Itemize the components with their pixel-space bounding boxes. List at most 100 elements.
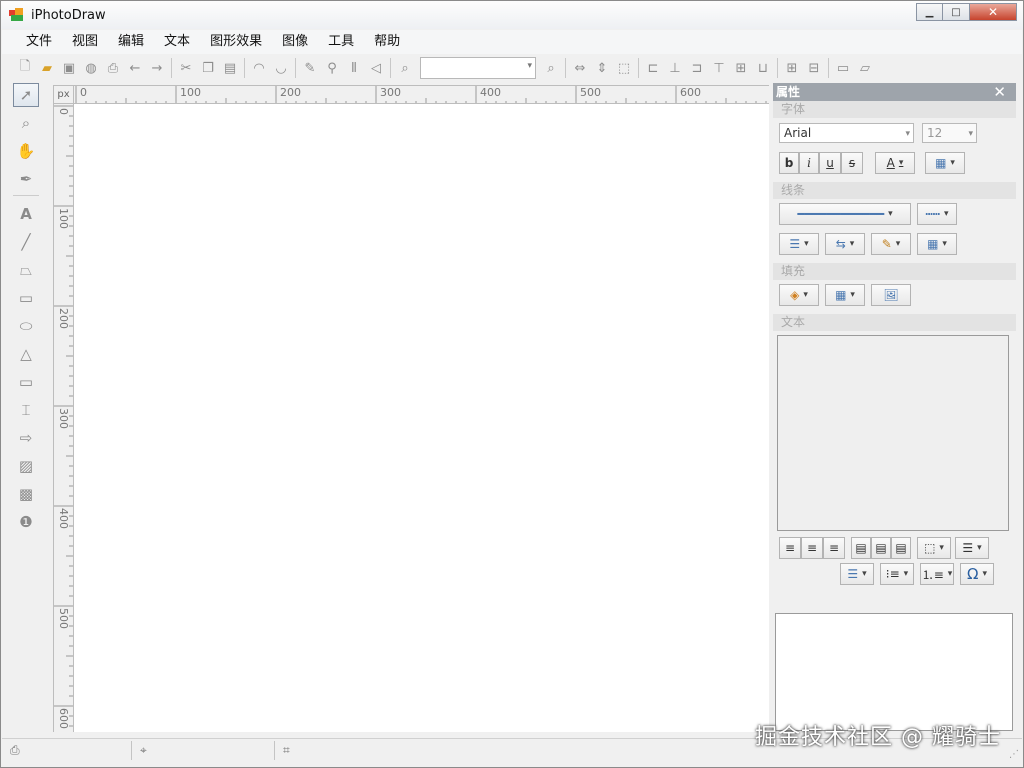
pen-tool-icon[interactable]: ✒ <box>13 167 39 191</box>
valign-bottom-button[interactable]: ▤ <box>891 537 911 559</box>
bring-front-icon[interactable]: ▭ <box>832 57 854 79</box>
text-content-area[interactable] <box>777 335 1009 531</box>
brush-icon[interactable]: ⚲ <box>321 57 343 79</box>
new-file-icon[interactable]: 🗋 <box>14 57 36 79</box>
menu-edit[interactable]: 编辑 <box>108 31 154 53</box>
font-size-select[interactable]: 12 <box>922 123 977 143</box>
send-back-icon[interactable]: ▱ <box>854 57 876 79</box>
zoom-in-icon[interactable]: ⌕ <box>540 57 562 79</box>
properties-header: 属性 ✕ <box>773 83 1016 101</box>
flip-icon[interactable]: ⫴ <box>343 57 365 79</box>
indent-button[interactable]: ☰ <box>840 563 874 585</box>
strikethrough-button[interactable]: s <box>841 152 863 174</box>
fit-width-icon[interactable]: ⇔ <box>569 57 591 79</box>
select-tool-icon[interactable]: ➚ <box>13 83 39 107</box>
drawing-canvas[interactable] <box>74 104 769 732</box>
underline-button[interactable]: u <box>819 152 841 174</box>
notes-area[interactable] <box>775 613 1013 731</box>
menu-effects[interactable]: 图形效果 <box>200 31 272 53</box>
redo-icon[interactable]: → <box>146 57 168 79</box>
line-tool-icon[interactable]: ╱ <box>13 230 39 254</box>
menu-text[interactable]: 文本 <box>154 31 200 53</box>
ruler-y-label: 200 <box>57 308 70 329</box>
align-left-icon[interactable]: ⊏ <box>642 57 664 79</box>
rectangle-tool-icon[interactable]: ▭ <box>13 286 39 310</box>
group-icon[interactable]: ◠ <box>248 57 270 79</box>
line-color-button[interactable]: ✎ <box>871 233 911 255</box>
line-width-button[interactable]: ☰ <box>779 233 819 255</box>
ungroup-icon[interactable]: ◡ <box>270 57 292 79</box>
menu-tools[interactable]: 工具 <box>318 31 364 53</box>
close-panel-icon[interactable]: ✕ <box>993 83 1006 101</box>
copy-icon[interactable]: ❐ <box>197 57 219 79</box>
print-preview-icon[interactable]: ⎙ <box>102 57 124 79</box>
menu-view[interactable]: 视图 <box>62 31 108 53</box>
horizontal-ruler-ticks <box>75 86 767 103</box>
symbol-button[interactable]: Ω <box>960 563 994 585</box>
crop-tool-icon[interactable]: ▩ <box>13 482 39 506</box>
line-pattern-button[interactable]: ▦ <box>917 233 957 255</box>
edit-icon[interactable]: ✎ <box>299 57 321 79</box>
menu-image[interactable]: 图像 <box>272 31 318 53</box>
ruler-y-label: 600 <box>57 708 70 729</box>
close-button[interactable]: ✕ <box>970 3 1017 21</box>
pan-tool-icon[interactable]: ✋ <box>13 139 39 163</box>
size-height-icon[interactable]: ⊟ <box>803 57 825 79</box>
numbered-list-button[interactable]: ⒈≡ <box>920 563 954 585</box>
resize-grip-icon[interactable]: ⋰ <box>1009 749 1019 760</box>
valign-middle-button[interactable]: ▤ <box>871 537 891 559</box>
zoom-out-icon[interactable]: ⌕ <box>394 57 416 79</box>
bullet-list-button[interactable]: ⁝≡ <box>880 563 914 585</box>
line-style-button[interactable]: ━━━━━━━━━━━━ <box>779 203 911 225</box>
zoom-combo[interactable] <box>420 57 536 79</box>
italic-button[interactable]: i <box>799 152 819 174</box>
perspective-icon[interactable]: ◁ <box>365 57 387 79</box>
font-family-select[interactable]: Arial <box>779 123 914 143</box>
dash-style-button[interactable]: ┅┅ <box>917 203 957 225</box>
polygon-tool-icon[interactable]: ⏢ <box>13 258 39 282</box>
fill-color-button[interactable]: ◈ <box>779 284 819 306</box>
zoom-tool-icon[interactable]: ⌕ <box>13 111 39 135</box>
bold-button[interactable]: b <box>779 152 799 174</box>
fill-image-button[interactable]: 🖼 <box>871 284 911 306</box>
menu-help[interactable]: 帮助 <box>364 31 410 53</box>
ruler-y-label: 100 <box>57 208 70 229</box>
size-width-icon[interactable]: ⊞ <box>781 57 803 79</box>
text-margin-button[interactable]: ⬚ <box>917 537 951 559</box>
font-color-button[interactable]: A <box>875 152 915 174</box>
minimize-button[interactable]: ▁ <box>916 3 943 21</box>
align-text-left-button[interactable]: ≡ <box>779 537 801 559</box>
align-top-icon[interactable]: ⊤ <box>708 57 730 79</box>
image-tool-icon[interactable]: ▨ <box>13 454 39 478</box>
callout-tool-icon[interactable]: ▭ <box>13 370 39 394</box>
align-center-icon[interactable]: ⊥ <box>664 57 686 79</box>
web-icon[interactable]: ◍ <box>80 57 102 79</box>
arrow-tool-icon[interactable]: ⇨ <box>13 426 39 450</box>
fill-pattern-button[interactable]: ▦ <box>825 284 865 306</box>
valign-top-button[interactable]: ▤ <box>851 537 871 559</box>
open-folder-icon[interactable]: ▰ <box>36 57 58 79</box>
number-tool-icon[interactable]: ❶ <box>13 510 39 534</box>
align-text-right-button[interactable]: ≡ <box>823 537 845 559</box>
cut-icon[interactable]: ✂ <box>175 57 197 79</box>
align-right-icon[interactable]: ⊐ <box>686 57 708 79</box>
align-bottom-icon[interactable]: ⊔ <box>752 57 774 79</box>
paste-icon[interactable]: ▤ <box>219 57 241 79</box>
line-spacing-button[interactable]: ☰ <box>955 537 989 559</box>
arrow-style-button[interactable]: ⇆ <box>825 233 865 255</box>
ellipse-tool-icon[interactable]: ⬭ <box>13 314 39 338</box>
fit-page-icon[interactable]: ⬚ <box>613 57 635 79</box>
text-tool-icon[interactable]: A <box>13 202 39 226</box>
app-window: iPhotoDraw ▁ □ ✕ 文件 视图 编辑 文本 图形效果 图像 工具 … <box>0 0 1024 768</box>
save-icon[interactable]: ▣ <box>58 57 80 79</box>
fit-height-icon[interactable]: ⇕ <box>591 57 613 79</box>
menu-file[interactable]: 文件 <box>16 31 62 53</box>
undo-icon[interactable]: ← <box>124 57 146 79</box>
align-middle-icon[interactable]: ⊞ <box>730 57 752 79</box>
text-grid-button[interactable]: ▦ <box>925 152 965 174</box>
triangle-tool-icon[interactable]: △ <box>13 342 39 366</box>
font-section-title: 字体 <box>773 101 1016 118</box>
dimension-tool-icon[interactable]: ⌶ <box>13 398 39 422</box>
maximize-button[interactable]: □ <box>943 3 970 21</box>
align-text-center-button[interactable]: ≡ <box>801 537 823 559</box>
